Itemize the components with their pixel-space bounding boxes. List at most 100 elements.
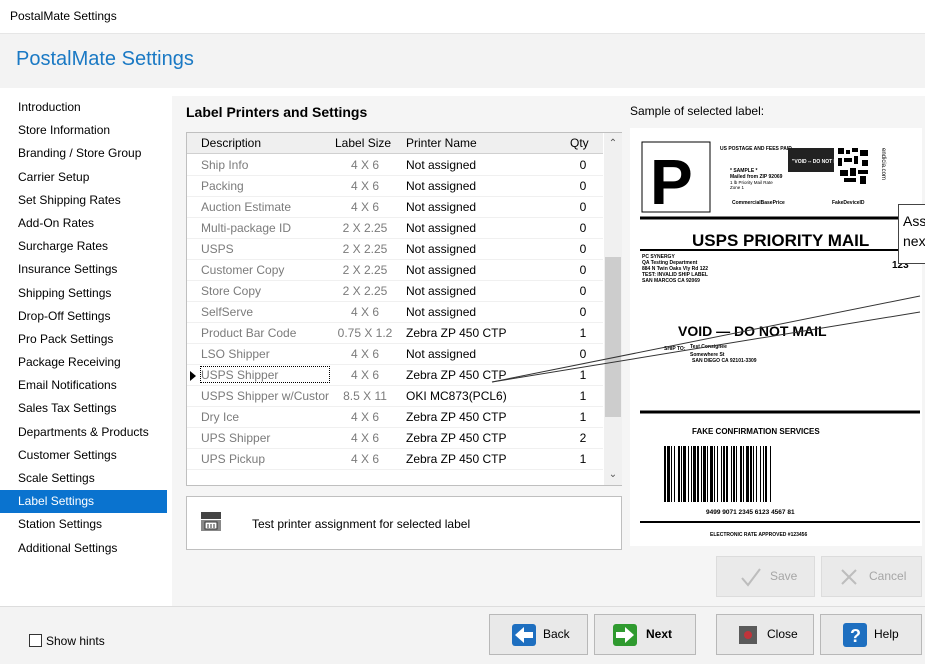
label-printers-grid[interactable]: Description Label Size Printer Name Qty … [186, 132, 622, 486]
sidebar-item-additional-settings[interactable]: Additional Settings [0, 537, 167, 560]
row-description: Packing [201, 179, 244, 193]
row-description: Dry Ice [201, 410, 240, 424]
table-row[interactable]: Ship Info 4 X 6 Not assigned 0 [187, 155, 603, 176]
sidebar-item-customer-settings[interactable]: Customer Settings [0, 444, 167, 467]
sidebar-item-branding[interactable]: Branding / Store Group [0, 142, 167, 165]
column-qty[interactable]: Qty [570, 136, 589, 150]
label-recipient-city: SAN DIEGO CA 92101-3309 [692, 358, 757, 364]
sidebar-item-departments-products[interactable]: Departments & Products [0, 421, 167, 444]
label-postage-line: US POSTAGE AND FEES PAID [720, 146, 792, 152]
table-row[interactable]: SelfServe 4 X 6 Not assigned 0 [187, 302, 603, 323]
sidebar-item-email-notifications[interactable]: Email Notifications [0, 374, 167, 397]
sidebar-item-insurance[interactable]: Insurance Settings [0, 258, 167, 281]
scroll-down-icon[interactable]: ⌄ [604, 466, 622, 484]
row-description: LSO Shipper [201, 347, 270, 361]
scroll-up-icon[interactable]: ⌃ [604, 135, 622, 153]
sidebar-item-surcharge-rates[interactable]: Surcharge Rates [0, 235, 167, 258]
sidebar-item-label-settings[interactable]: Label Settings [0, 490, 167, 514]
table-row[interactable]: USPS Shipper w/Custor 8.5 X 11 OKI MC873(P… [187, 386, 603, 407]
close-door-icon [739, 626, 757, 644]
sidebar-item-shipping-rates[interactable]: Set Shipping Rates [0, 189, 167, 212]
sidebar-item-add-on-rates[interactable]: Add-On Rates [0, 212, 167, 235]
printer-icon [201, 512, 221, 531]
table-row[interactable]: Store Copy 2 X 2.25 Not assigned 0 [187, 281, 603, 302]
table-row[interactable]: Auction Estimate 4 X 6 Not assigned 0 [187, 197, 603, 218]
label-recipient-name: Test Consignee [690, 344, 727, 350]
cancel-label: Cancel [869, 569, 907, 583]
row-printer-name: Not assigned [406, 284, 477, 298]
row-qty: 2 [579, 431, 587, 445]
close-button[interactable]: Close [716, 614, 814, 655]
table-row[interactable]: Product Bar Code 0.75 X 1.2 Zebra ZP 450 C… [187, 323, 603, 344]
show-hints-checkbox[interactable] [29, 634, 42, 647]
label-side-text: endicia.com [880, 148, 886, 180]
sidebar-item-pro-pack[interactable]: Pro Pack Settings [0, 328, 167, 351]
test-printer-label: Test printer assignment for selected lab… [252, 517, 471, 531]
cancel-button[interactable]: Cancel [821, 556, 922, 597]
column-printer-name[interactable]: Printer Name [406, 136, 477, 150]
table-row[interactable]: LSO Shipper 4 X 6 Not assigned 0 [187, 344, 603, 365]
column-description[interactable]: Description [201, 136, 261, 150]
sidebar-item-station-settings[interactable]: Station Settings [0, 513, 167, 536]
row-qty: 0 [579, 158, 587, 172]
row-description: Auction Estimate [201, 200, 292, 214]
row-qty: 0 [579, 305, 587, 319]
row-printer-name: Not assigned [406, 263, 477, 277]
table-row[interactable]: Dry Ice 4 X 6 Zebra ZP 450 CTP 1 [187, 407, 603, 428]
label-tracking-number: 9499 9071 2345 6123 4567 81 [706, 509, 795, 516]
table-row[interactable]: USPS 2 X 2.25 Not assigned 0 [187, 239, 603, 260]
sidebar-item-store-information[interactable]: Store Information [0, 119, 167, 142]
test-printer-button[interactable]: Test printer assignment for selected lab… [186, 496, 622, 550]
table-row[interactable]: Multi-package ID 2 X 2.25 Not assigned 0 [187, 218, 603, 239]
row-description: UPS Pickup [201, 452, 266, 466]
sidebar-item-sales-tax[interactable]: Sales Tax Settings [0, 397, 167, 420]
label-commercial-price: CommercialBasePrice [732, 200, 785, 206]
page-title: PostalMate Settings [16, 48, 194, 70]
help-button[interactable]: ? Help [820, 614, 922, 655]
label-zone: Zone 1 [730, 185, 745, 190]
column-label-size[interactable]: Label Size [335, 136, 391, 150]
row-printer-name: Not assigned [406, 347, 477, 361]
table-row[interactable]: Packing 4 X 6 Not assigned 0 [187, 176, 603, 197]
close-label: Close [767, 627, 798, 641]
label-sample-preview: P US POSTAGE AND FEES PAID "VOID -- DO N… [630, 128, 922, 546]
scroll-thumb[interactable] [605, 257, 621, 417]
row-description: USPS Shipper w/Custor [201, 389, 330, 403]
grid-scrollbar[interactable]: ⌃ ⌄ [604, 133, 622, 485]
show-hints-label[interactable]: Show hints [46, 634, 105, 648]
sidebar-item-scale-settings[interactable]: Scale Settings [0, 467, 167, 490]
row-label-size: 4 X 6 [350, 200, 380, 214]
label-void-text: VOID — DO NOT MAIL [678, 323, 827, 339]
sidebar-item-carrier-setup[interactable]: Carrier Setup [0, 166, 167, 189]
save-button[interactable]: Save [716, 556, 815, 597]
back-arrow-icon [512, 624, 536, 646]
callout-line-0: Ass [903, 213, 925, 229]
label-ship-to: SHIP TO: [664, 346, 686, 352]
sidebar-item-drop-off[interactable]: Drop-Off Settings [0, 305, 167, 328]
row-printer-name: Not assigned [406, 179, 477, 193]
row-description: Multi-package ID [201, 221, 292, 235]
back-button[interactable]: Back [489, 614, 588, 655]
row-printer-name: Not assigned [406, 221, 477, 235]
table-row[interactable]: USPS Shipper 4 X 6 Zebra ZP 450 CTP 1 [187, 365, 603, 386]
table-row[interactable]: Customer Copy 2 X 2.25 Not assigned 0 [187, 260, 603, 281]
sidebar-item-shipping-settings[interactable]: Shipping Settings [0, 282, 167, 305]
row-label-size: 8.5 X 11 [343, 389, 387, 403]
next-label: Next [646, 627, 673, 641]
svg-text:?: ? [850, 626, 861, 646]
row-qty: 0 [579, 200, 587, 214]
row-qty: 1 [579, 368, 587, 382]
table-row[interactable]: UPS Pickup 4 X 6 Zebra ZP 450 CTP 1 [187, 449, 603, 470]
row-printer-name: Zebra ZP 450 CTP [406, 452, 507, 466]
next-button[interactable]: Next [594, 614, 696, 655]
section-title: Label Printers and Settings [186, 104, 368, 120]
sidebar-item-introduction[interactable]: Introduction [0, 96, 167, 119]
row-qty: 1 [579, 452, 587, 466]
sidebar-item-package-receiving[interactable]: Package Receiving [0, 351, 167, 374]
table-row[interactable]: UPS Shipper 4 X 6 Zebra ZP 450 CTP 2 [187, 428, 603, 449]
row-printer-name: OKI MC873(PCL6) [406, 389, 507, 403]
row-label-size: 2 X 2.25 [342, 263, 388, 277]
row-description: SelfServe [201, 305, 254, 319]
shipping-label-image: P US POSTAGE AND FEES PAID "VOID -- DO N… [630, 128, 922, 546]
help-question-icon: ? [843, 623, 867, 647]
